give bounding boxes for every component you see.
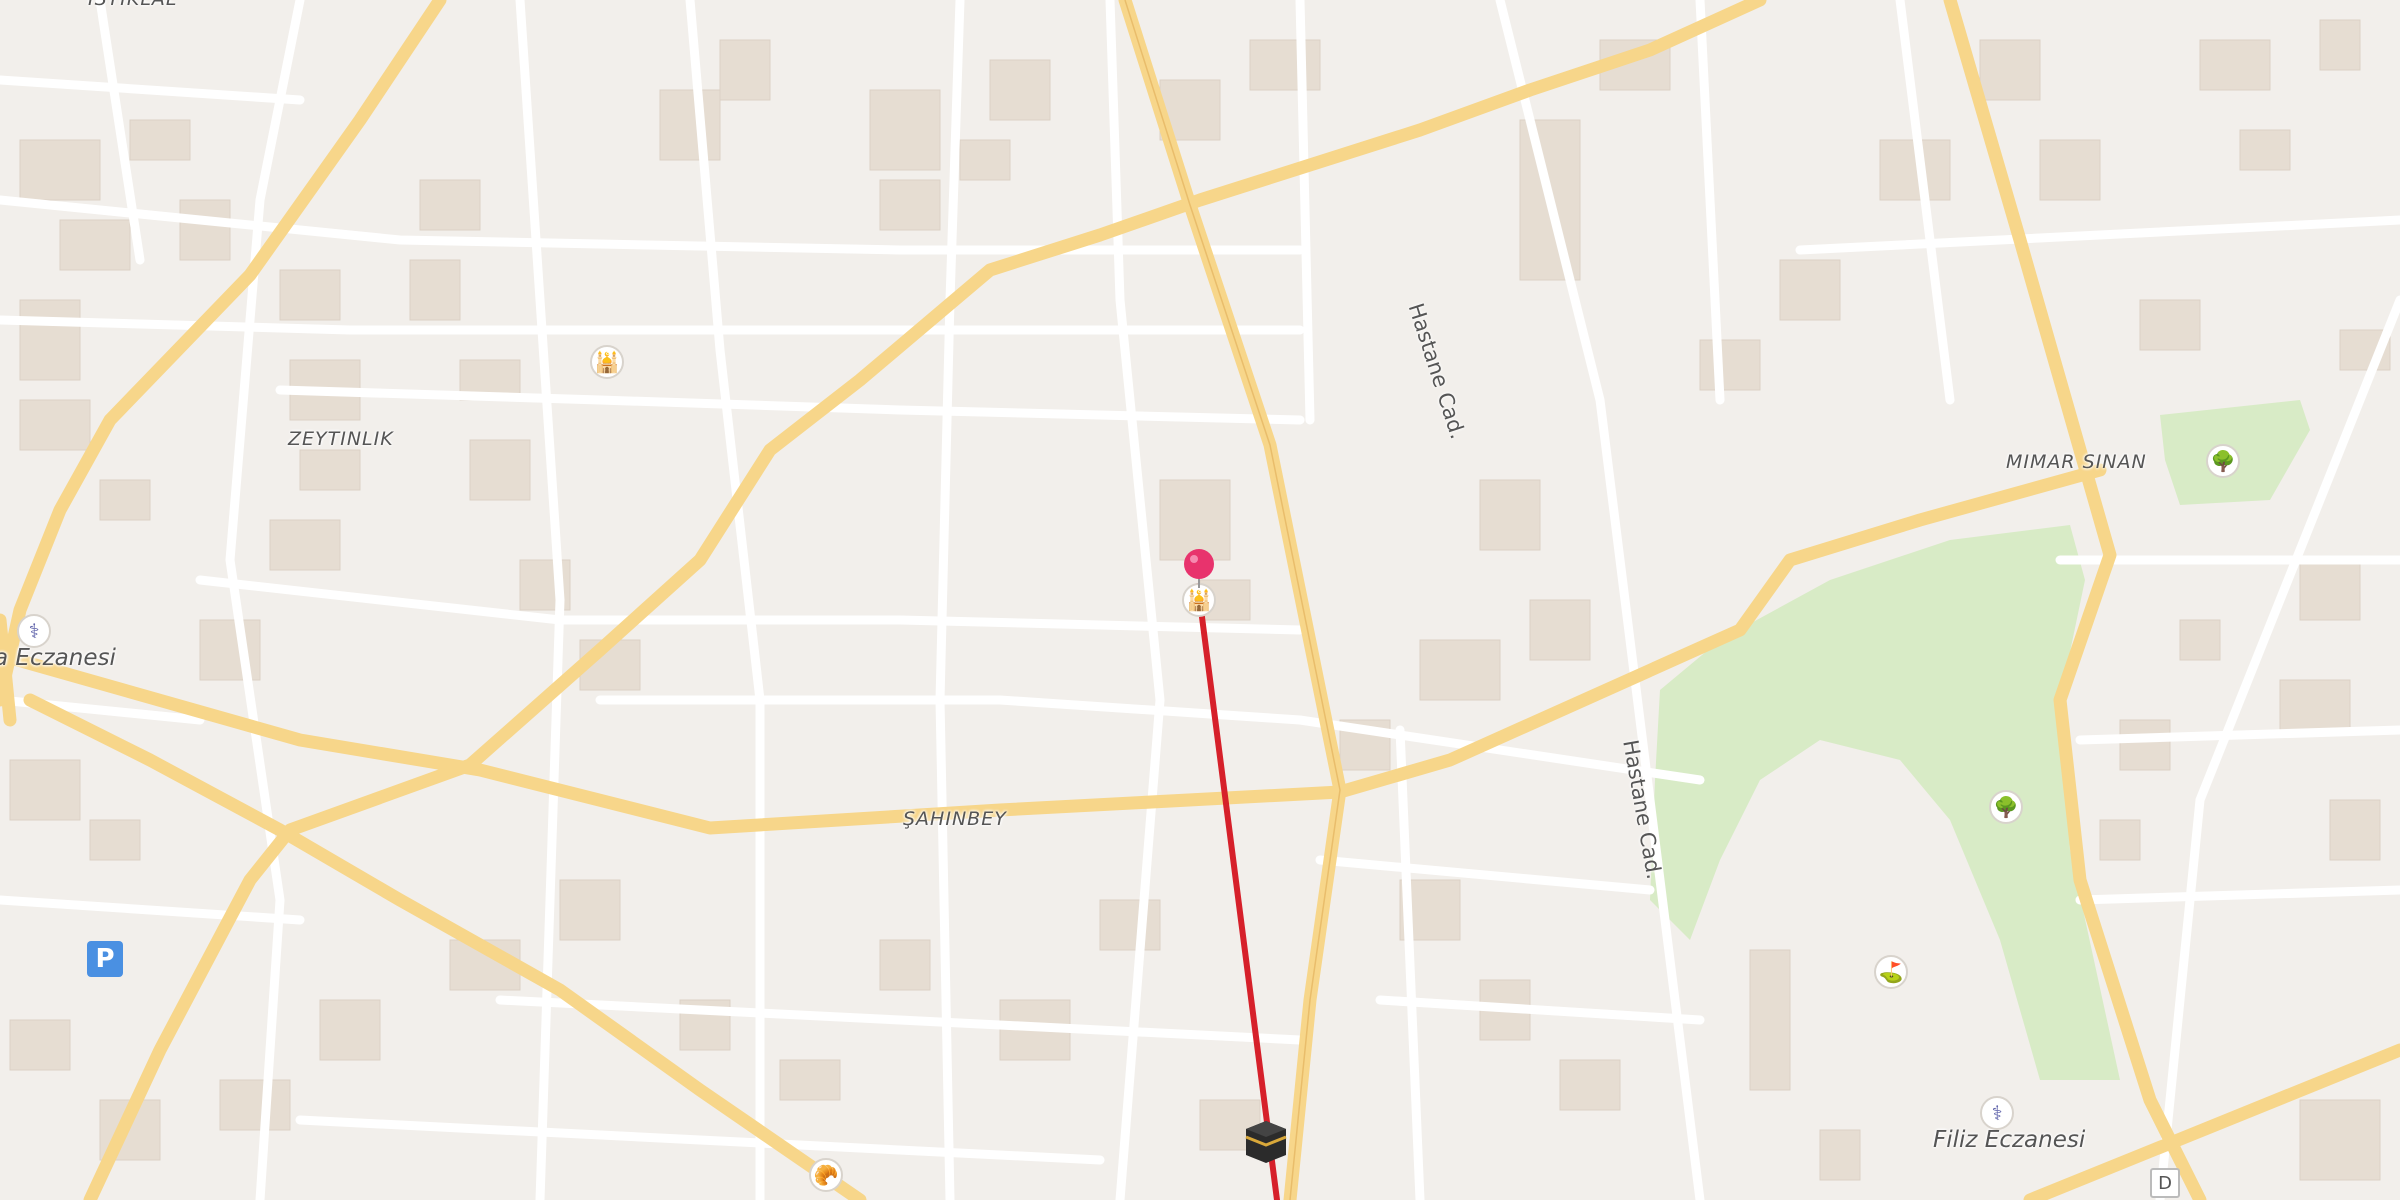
area-label-mimar-sinan: MIMAR SINAN (2006, 451, 2147, 473)
map-canvas[interactable]: ISTIKLAL ZEYTINLIK MIMAR SINAN ŞAHINBEY … (0, 0, 2400, 1200)
area-label-zeytinlik: ZEYTINLIK (288, 428, 394, 450)
stadium-icon[interactable]: ⛳ (1874, 955, 1908, 989)
mosque-icon[interactable]: 🕌 (590, 345, 624, 379)
location-pin-icon[interactable] (1181, 548, 1217, 590)
pharmacy-icon[interactable]: ⚕ (17, 614, 51, 648)
pharmacy-label-left[interactable]: a Eczanesi (0, 645, 116, 671)
parking-icon[interactable]: P (87, 941, 123, 977)
tree-icon[interactable]: 🌳 (1989, 790, 2023, 824)
tree-icon[interactable]: 🌳 (2206, 444, 2240, 478)
pharmacy-icon[interactable]: ⚕ (1980, 1096, 2014, 1130)
area-label-istiklal: ISTIKLAL (88, 0, 178, 10)
area-label-sahinbey: ŞAHINBEY (903, 808, 1007, 830)
kaaba-icon[interactable] (1240, 1115, 1292, 1167)
pharmacy-label-right[interactable]: Filiz Eczanesi (1933, 1127, 2085, 1153)
route-shield: D (2150, 1168, 2180, 1198)
bakery-icon[interactable]: 🥐 (809, 1158, 843, 1192)
